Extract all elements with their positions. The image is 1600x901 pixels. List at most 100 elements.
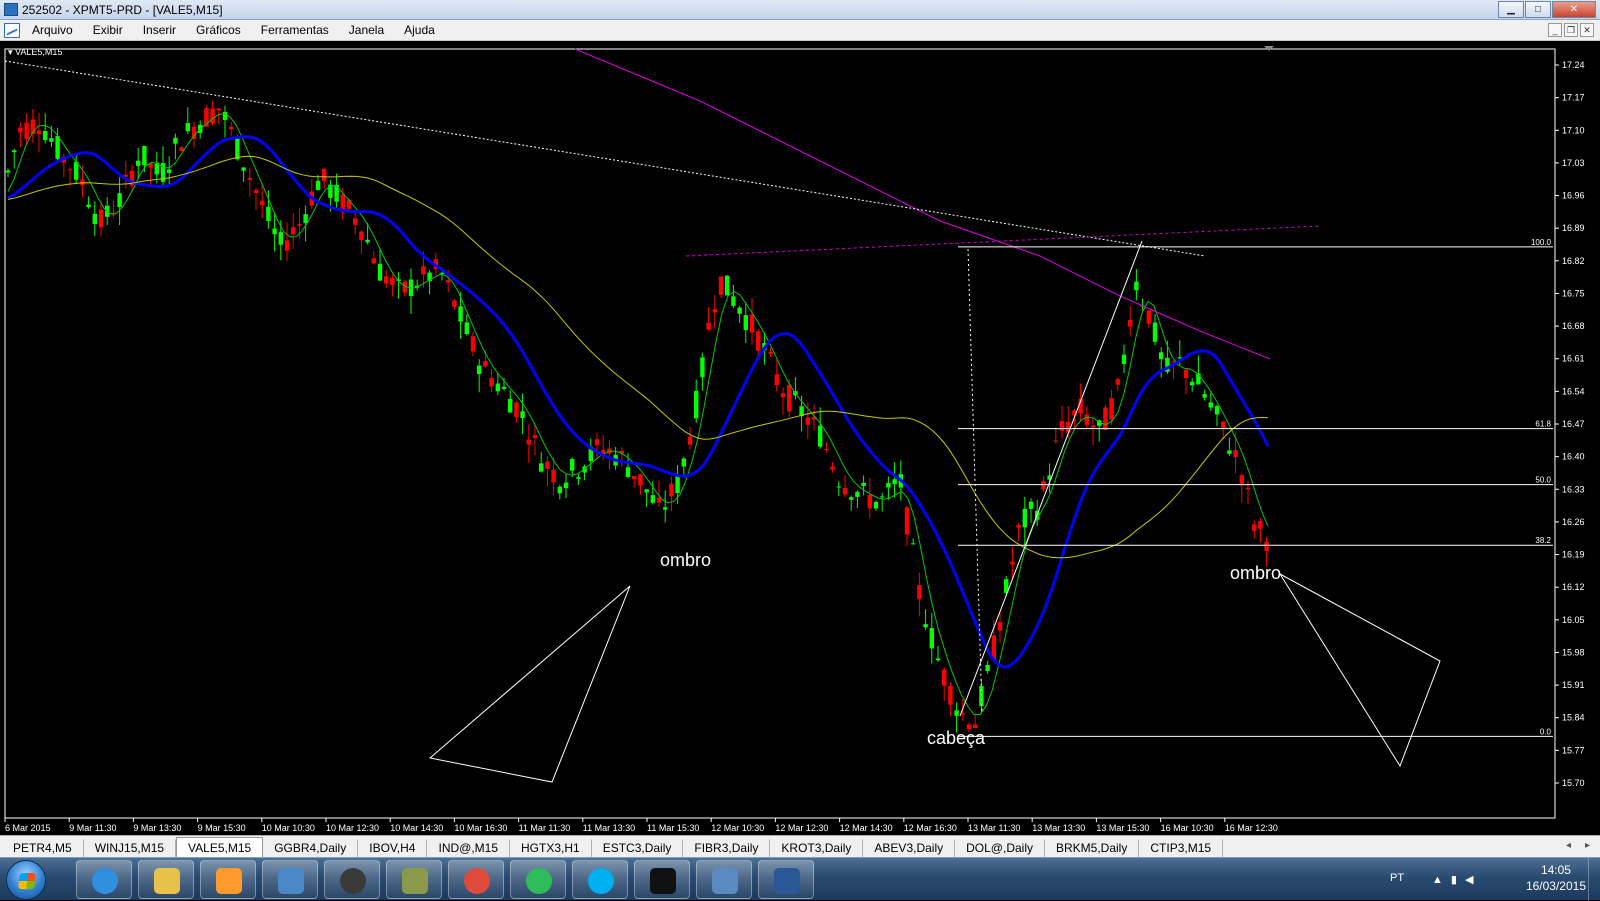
price-axis-label: 16.47: [1562, 419, 1585, 429]
candle-body: [675, 475, 680, 494]
minimize-button[interactable]: ▁: [1498, 1, 1524, 18]
tab-scroll-left-icon[interactable]: ◂: [1566, 840, 1571, 851]
chart-tab[interactable]: HGTX3,H1: [510, 839, 592, 857]
menu-janela[interactable]: Janela: [349, 23, 384, 37]
candle-body: [291, 227, 296, 235]
fib-level-label: 100.0: [1531, 238, 1552, 247]
chart-tab[interactable]: GGBR4,Daily: [263, 839, 359, 857]
neckline-dotted: [685, 225, 1321, 257]
fib-trend-line: [959, 240, 1143, 717]
chart-tab[interactable]: FIBR3,Daily: [683, 839, 771, 857]
taskbar-app-archive-app[interactable]: [386, 860, 442, 899]
chart-tab[interactable]: BRKM5,Daily: [1045, 839, 1140, 857]
chart-tab[interactable]: ESTC3,Daily: [592, 839, 684, 857]
taskbar-app-internet-explorer[interactable]: [76, 860, 132, 899]
taskbar-app-word[interactable]: [758, 860, 814, 899]
candle-body: [1103, 407, 1108, 430]
chart-tab[interactable]: CTIP3,M15: [1139, 839, 1224, 857]
pattern-annotation: ombro: [1230, 563, 1281, 583]
chart-tab[interactable]: WINJ15,M15: [84, 839, 177, 857]
candle-body: [1146, 310, 1151, 324]
chart-area[interactable]: 17.24 17.17 17.10 17.03 16.96 16.89 16.82 16.75…: [0, 41, 1600, 835]
candle-body: [1245, 487, 1251, 490]
ma-long-line: [574, 48, 1271, 360]
candle-body: [74, 161, 79, 180]
taskbar-app-calculator-app[interactable]: [696, 860, 752, 899]
menu-ferramentas[interactable]: Ferramentas: [261, 23, 329, 37]
mdi-close-button[interactable]: ✕: [1580, 23, 1594, 37]
network-icon[interactable]: ▮: [1451, 874, 1465, 886]
language-indicator[interactable]: PT: [1390, 872, 1404, 884]
maximize-button[interactable]: □: [1525, 1, 1551, 18]
candle-body: [929, 628, 934, 649]
menu-inserir[interactable]: Inserir: [143, 23, 176, 37]
menu-arquivo[interactable]: Arquivo: [32, 23, 73, 37]
title-bar[interactable]: 252502 - XPMT5-PRD - [VALE5,M15] ▁ □ ✕: [0, 0, 1600, 20]
price-axis-label: 15.77: [1562, 745, 1585, 755]
candle-body: [594, 439, 600, 446]
price-axis-label: 16.40: [1562, 452, 1585, 462]
chart-tab[interactable]: ABEV3,Daily: [863, 839, 956, 857]
chart-tab[interactable]: IND@,M15: [427, 839, 511, 857]
menu-exibir[interactable]: Exibir: [93, 23, 123, 37]
candle-body: [1121, 354, 1127, 364]
candle-body: [439, 272, 445, 274]
taskbar-app-network-app[interactable]: [262, 860, 318, 899]
candle-body: [1115, 379, 1120, 385]
start-button[interactable]: [6, 860, 46, 900]
candle-body: [167, 169, 172, 174]
candle-body: [216, 108, 221, 111]
candle-body: [780, 393, 786, 398]
chart-tab[interactable]: IBOV,H4: [358, 839, 428, 857]
tray-icons[interactable]: ▲▮◀: [1432, 873, 1481, 886]
chart-tab[interactable]: VALE5,M15: [176, 837, 264, 857]
candle-body: [532, 435, 538, 438]
candle-body: [278, 232, 283, 245]
time-axis-label: 13 Mar 15:30: [1096, 823, 1149, 833]
menu-ajuda[interactable]: Ajuda: [404, 23, 435, 37]
candle-body: [1264, 541, 1269, 551]
close-button[interactable]: ✕: [1552, 1, 1596, 18]
price-chart[interactable]: 17.24 17.17 17.10 17.03 16.96 16.89 16.82 16.75…: [0, 41, 1600, 835]
chart-document-icon[interactable]: [4, 23, 20, 38]
candle-body: [43, 130, 48, 141]
candle-body: [985, 664, 990, 671]
show-hidden-icon[interactable]: ▲: [1432, 874, 1451, 886]
candle-body: [880, 496, 885, 498]
chart-tab[interactable]: PETR4,M5: [2, 839, 84, 857]
menu-graficos[interactable]: Gráficos: [196, 23, 241, 37]
taskbar-app-media-player[interactable]: [200, 860, 256, 899]
mdi-minimize-button[interactable]: _: [1548, 23, 1562, 37]
show-desktop-button[interactable]: [1588, 858, 1600, 901]
chart-tab[interactable]: KROT3,Daily: [770, 839, 864, 857]
time-axis-label: 9 Mar 15:30: [198, 823, 246, 833]
candle-body: [297, 224, 302, 226]
taskbar-app-xp-trading[interactable]: [634, 860, 690, 899]
candle-body: [1028, 501, 1034, 509]
taskbar-clock[interactable]: 14:05 16/03/2015: [1526, 862, 1586, 894]
price-axis-label: 15.91: [1562, 680, 1585, 690]
taskbar-app-file-explorer[interactable]: [138, 860, 194, 899]
tab-scroll-right-icon[interactable]: ▸: [1585, 840, 1590, 851]
taskbar-app-chrome[interactable]: [448, 860, 504, 899]
candle-body: [954, 710, 959, 716]
time-axis-label: 9 Mar 13:30: [133, 823, 181, 833]
taskbar-app-hp-app[interactable]: [324, 860, 380, 899]
network-app-icon: [278, 868, 304, 894]
ma-fast-line: [7, 112, 1269, 715]
candle-body: [625, 467, 631, 478]
taskbar-app-skype[interactable]: [572, 860, 628, 899]
mdi-restore-button[interactable]: ❐: [1564, 23, 1578, 37]
chart-tab[interactable]: DOL@,Daily: [955, 839, 1045, 857]
system-tray: PT ▲▮◀ 14:05 16/03/2015: [1370, 858, 1600, 901]
archive-app-icon: [402, 868, 428, 894]
volume-icon[interactable]: ◀: [1465, 874, 1481, 886]
plot-frame: [4, 48, 1556, 819]
candle-body: [284, 240, 290, 251]
taskbar-app-spotify[interactable]: [510, 860, 566, 899]
candle-body: [477, 365, 482, 375]
candle-body: [644, 489, 649, 493]
candle-body: [266, 206, 271, 221]
price-axis-label: 17.17: [1562, 93, 1585, 103]
candle-body: [185, 123, 190, 132]
